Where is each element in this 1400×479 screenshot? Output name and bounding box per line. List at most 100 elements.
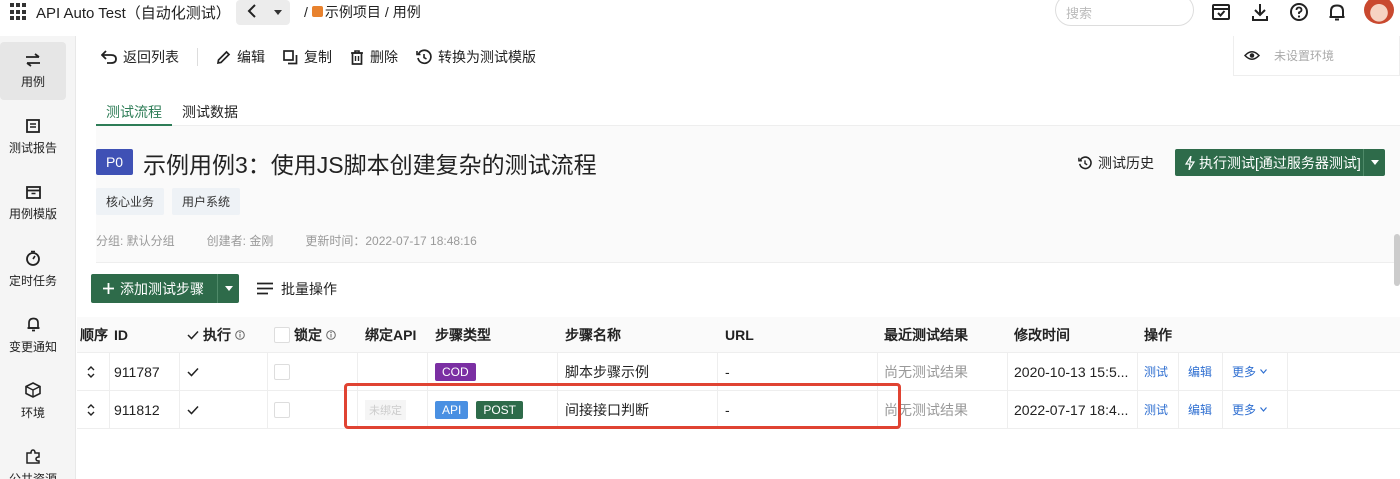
more-dropdown[interactable]: 更多 (1232, 391, 1267, 428)
edit-link[interactable]: 编辑 (1188, 391, 1212, 428)
sidebar-item-reports[interactable]: 测试报告 (0, 108, 66, 166)
edit-link[interactable]: 编辑 (1188, 353, 1212, 390)
table-row[interactable]: 911812 未绑定 API POST 间接接口判断 - 尚无测试结果 2022… (77, 391, 1400, 429)
run-check-icon[interactable] (187, 391, 199, 428)
checkbox[interactable] (274, 401, 290, 418)
select-all-checkbox[interactable] (274, 326, 290, 343)
download-icon[interactable] (1250, 2, 1270, 22)
sidebar-item-cases[interactable]: 用例 (0, 42, 66, 100)
unbound-badge[interactable]: 未绑定 (365, 399, 406, 420)
tag[interactable]: 用户系统 (172, 188, 241, 215)
add-step-dropdown[interactable] (217, 274, 239, 303)
batch-operation-button[interactable]: 批量操作 (257, 279, 337, 299)
test-link[interactable]: 测试 (1144, 353, 1168, 390)
modified-time: 2022-07-17 18:4... (1014, 401, 1129, 418)
column-divider (427, 391, 428, 428)
convert-to-template-button[interactable]: 转换为测试模版 (416, 47, 536, 67)
more-dropdown[interactable]: 更多 (1232, 353, 1267, 390)
col-modified[interactable]: 修改时间 (1014, 317, 1070, 352)
help-icon[interactable] (1289, 2, 1309, 22)
col-operations: 操作 (1144, 326, 1172, 343)
scrollbar-thumb[interactable] (1394, 234, 1400, 286)
sidebar-item-scheduled[interactable]: 定时任务 (0, 240, 66, 298)
breadcrumb-project[interactable]: 示例项目 (311, 2, 381, 22)
drag-sort-icon[interactable] (87, 353, 95, 390)
search-input[interactable]: 搜索 (1055, 0, 1194, 26)
sidebar-item-notifications[interactable]: 变更通知 (0, 306, 66, 364)
sidebar-item-environment[interactable]: 环境 (0, 372, 66, 430)
step-url: - (725, 363, 730, 380)
step-id: 911787 (114, 363, 160, 380)
sidebar-item-templates[interactable]: 用例模版 (0, 174, 66, 232)
calendar-check-icon[interactable] (1211, 2, 1231, 22)
sidebar-item-shared-resources[interactable]: 公共资源 (0, 438, 66, 479)
back-arrow-icon[interactable] (246, 3, 258, 19)
history-clock-icon (1078, 156, 1092, 170)
notification-bell-icon[interactable] (1327, 2, 1347, 22)
run-options-dropdown[interactable] (1363, 149, 1385, 176)
tab-test-flow[interactable]: 测试流程 (96, 90, 172, 126)
bind-api-cell[interactable]: 未绑定 (365, 391, 406, 428)
col-step-name[interactable]: 步骤名称 (565, 317, 621, 352)
run-test-button[interactable]: 执行测试[通过服务器测试] (1175, 149, 1385, 176)
chevron-down-icon (1260, 369, 1267, 374)
copy-icon (283, 49, 298, 65)
case-title: 示例用例3：使用JS脚本创建复杂的测试流程 (143, 152, 597, 178)
lock-checkbox[interactable] (274, 353, 290, 390)
col-bind-api[interactable]: 绑定API (365, 317, 416, 352)
info-icon[interactable] (235, 329, 245, 340)
copy-button[interactable]: 复制 (283, 47, 332, 67)
back-to-list-button[interactable]: 返回列表 (101, 47, 179, 67)
tab-test-data[interactable]: 测试数据 (172, 90, 248, 126)
run-check-icon[interactable] (187, 353, 199, 390)
col-last-result[interactable]: 最近测试结果 (884, 317, 968, 352)
step-name[interactable]: 间接接口判断 (565, 391, 649, 428)
history-dropdown-icon[interactable] (274, 10, 282, 15)
column-divider (109, 353, 110, 390)
breadcrumb-cases[interactable]: 用例 (393, 2, 421, 22)
col-lock[interactable]: 锁定 (274, 317, 336, 352)
col-run-label: 执行 (203, 326, 231, 343)
col-run[interactable]: 执行 (187, 317, 245, 352)
column-divider (1178, 353, 1179, 390)
column-divider (357, 353, 358, 390)
convert-label: 转换为测试模版 (438, 49, 536, 65)
tag[interactable]: 核心业务 (96, 188, 165, 215)
col-order[interactable]: 顺序 (80, 317, 108, 352)
list-icon (257, 282, 273, 295)
add-test-step-button[interactable]: 添加测试步骤 (91, 274, 239, 303)
info-icon[interactable] (326, 329, 336, 340)
environment-placeholder: 未设置环境 (1274, 49, 1335, 63)
checkbox[interactable] (274, 363, 290, 380)
delete-button[interactable]: 删除 (350, 47, 398, 67)
lock-checkbox[interactable] (274, 391, 290, 428)
column-divider (1137, 353, 1138, 390)
chevron-down-icon (1370, 160, 1379, 165)
column-divider (1287, 391, 1288, 428)
back-to-list-label: 返回列表 (123, 49, 179, 65)
sidebar-item-label: 环境 (20, 405, 45, 420)
column-divider (1007, 391, 1008, 428)
test-history-button[interactable]: 测试历史 (1078, 153, 1154, 173)
col-url[interactable]: URL (725, 317, 754, 352)
col-step-type[interactable]: 步骤类型 (435, 317, 491, 352)
edit-button[interactable]: 编辑 (216, 47, 265, 67)
run-test-label: 执行测试[通过服务器测试] (1199, 154, 1361, 171)
table-row[interactable]: 911787 COD 脚本步骤示例 - 尚无测试结果 2020-10-13 15… (77, 353, 1400, 391)
sidebar-item-label: 测试报告 (8, 140, 57, 155)
test-link[interactable]: 测试 (1144, 391, 1168, 428)
report-icon (26, 118, 40, 133)
step-url: - (725, 401, 730, 418)
app-grid-icon[interactable] (10, 3, 28, 21)
column-divider (557, 391, 558, 428)
column-divider (717, 391, 718, 428)
type-badge: API (435, 400, 469, 419)
test-history-label: 测试历史 (1098, 155, 1154, 171)
table-header: 顺序 ID 执行 锁定 绑定API 步骤类型 步骤名称 URL 最近测试结果 修… (77, 317, 1400, 353)
step-name[interactable]: 脚本步骤示例 (565, 353, 649, 390)
drag-sort-icon[interactable] (87, 391, 95, 428)
user-avatar[interactable] (1364, 0, 1394, 24)
col-id[interactable]: ID (114, 317, 128, 352)
delete-label: 删除 (370, 49, 398, 65)
environment-select[interactable]: 未设置环境 (1233, 36, 1400, 76)
